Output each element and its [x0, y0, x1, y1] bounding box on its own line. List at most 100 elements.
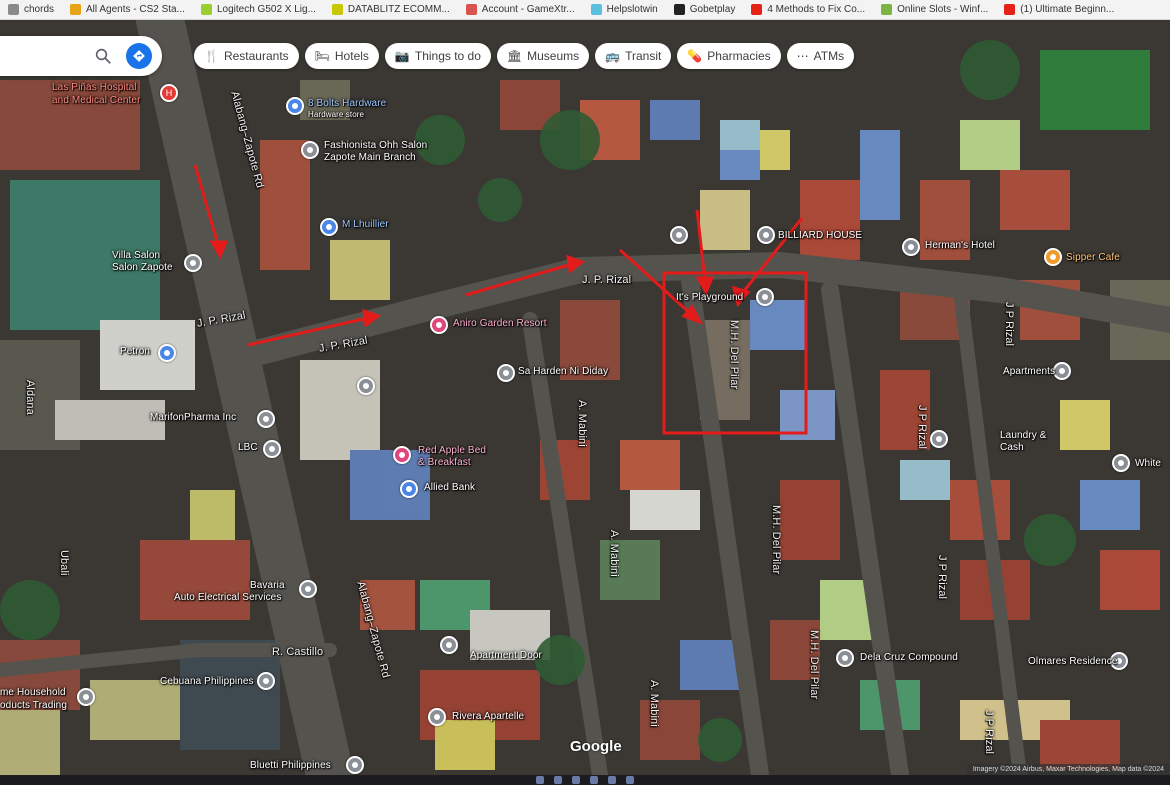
place-label[interactable]: and Medical Center: [52, 95, 141, 106]
place-label[interactable]: me Household: [0, 687, 66, 698]
chip-restaurants[interactable]: 🍴 Restaurants: [194, 43, 299, 69]
place-label[interactable]: Aniro Garden Resort: [453, 318, 547, 329]
place-label[interactable]: White: [1135, 458, 1161, 469]
taskbar-app-icon[interactable]: [572, 776, 580, 784]
place-label[interactable]: It's Playground: [676, 292, 743, 303]
category-chips: 🍴 Restaurants 🛏 Hotels 📷 Things to do 🏛 Museums…: [194, 43, 855, 69]
place-label[interactable]: Herman's Hotel: [925, 240, 995, 251]
chip-things-to-do[interactable]: 📷 Things to do: [384, 43, 491, 69]
place-pin-4[interactable]: [440, 636, 458, 654]
place-label[interactable]: Bavaria: [250, 580, 285, 591]
bookmark-item[interactable]: 4 Methods to Fix Co...: [743, 0, 873, 19]
cafe-pin[interactable]: [1044, 248, 1062, 266]
taskbar-app-icon[interactable]: [590, 776, 598, 784]
bookmark-favicon-icon: [590, 4, 602, 15]
place-pin-3[interactable]: [757, 226, 775, 244]
playground-pin[interactable]: [756, 288, 774, 306]
place-label[interactable]: Bluetti Philippines: [250, 760, 331, 771]
search-icon[interactable]: [94, 47, 112, 65]
bookmark-item[interactable]: DATABLITZ ECOMM...: [324, 0, 458, 19]
taskbar-app-icon[interactable]: [626, 776, 634, 784]
directions-icon[interactable]: [126, 43, 152, 69]
bookmark-favicon-icon: [331, 4, 343, 15]
white-pin[interactable]: [1112, 454, 1130, 472]
aniro-pin[interactable]: [430, 316, 448, 334]
place-pin-1[interactable]: [357, 377, 375, 395]
chip-museums[interactable]: 🏛 Museums: [496, 43, 590, 69]
bavaria-pin[interactable]: [299, 580, 317, 598]
place-label[interactable]: Rivera Apartelle: [452, 711, 524, 722]
household-pin[interactable]: [77, 688, 95, 706]
place-label[interactable]: Allied Bank: [424, 482, 475, 493]
red-apple-pin[interactable]: [393, 446, 411, 464]
hardware-pin[interactable]: [286, 97, 304, 115]
hospital-pin[interactable]: H: [160, 84, 178, 102]
sa-harden-pin[interactable]: [497, 364, 515, 382]
place-label[interactable]: M Lhuillier: [342, 219, 389, 230]
map-attribution[interactable]: Imagery ©2024 Airbus, Maxar Technologies…: [966, 764, 1170, 775]
chip-atms[interactable]: ⋯ ATMs: [786, 43, 855, 69]
place-label[interactable]: Fashionista Ohh Salon: [324, 140, 427, 151]
rivera-pin[interactable]: [428, 708, 446, 726]
place-label[interactable]: Laundry &: [1000, 430, 1047, 441]
atm-icon: ⋯: [796, 49, 809, 63]
m-lhuillier-pin[interactable]: [320, 218, 338, 236]
place-icon: [1118, 460, 1124, 466]
place-label[interactable]: Olmares Residence: [1028, 656, 1118, 667]
place-label[interactable]: Sa Harden Ni Diday: [518, 366, 608, 377]
place-label[interactable]: Petron: [120, 346, 150, 357]
bookmark-item[interactable]: Online Slots - Winf...: [873, 0, 996, 19]
place-label[interactable]: Auto Electrical Services: [174, 592, 281, 603]
search-box[interactable]: [0, 36, 162, 76]
taskbar-app-icon[interactable]: [608, 776, 616, 784]
dela-cruz-pin[interactable]: [836, 649, 854, 667]
bookmark-item[interactable]: Helpslotwin: [583, 0, 666, 19]
laundry-pin[interactable]: [930, 430, 948, 448]
villa-salon-pin[interactable]: [184, 254, 202, 272]
place-label[interactable]: Apartments: [1003, 366, 1055, 377]
bluetti-pin[interactable]: [346, 756, 364, 774]
allied-bank-pin[interactable]: [400, 480, 418, 498]
place-label[interactable]: Salon Zapote: [112, 262, 173, 273]
hermans-pin[interactable]: [902, 238, 920, 256]
bus-icon: 🚌: [605, 49, 621, 63]
place-pin-2[interactable]: [670, 226, 688, 244]
place-label[interactable]: Red Apple Bed: [418, 445, 486, 456]
place-label[interactable]: Las Piñas Hospital: [52, 82, 137, 93]
bookmark-item[interactable]: (1) Ultimate Beginn...: [996, 0, 1122, 19]
cebuana-pin[interactable]: [257, 672, 275, 690]
place-label[interactable]: LBC: [238, 442, 258, 453]
bookmark-item[interactable]: chords: [0, 0, 62, 19]
place-label[interactable]: 8 Bolts Hardware: [308, 98, 386, 109]
chip-transit[interactable]: 🚌 Transit: [595, 43, 672, 69]
gas-station-icon: [164, 350, 170, 356]
marifon-pin[interactable]: [257, 410, 275, 428]
lbc-pin[interactable]: [263, 440, 281, 458]
taskbar-app-icon[interactable]: [536, 776, 544, 784]
place-label[interactable]: oducts Trading: [0, 700, 67, 711]
place-label[interactable]: MarifonPharma Inc: [150, 412, 236, 423]
bookmark-item[interactable]: Logitech G502 X Lig...: [193, 0, 324, 19]
apartments-pin[interactable]: [1053, 362, 1071, 380]
bookmark-item[interactable]: All Agents - CS2 Sta...: [62, 0, 193, 19]
place-label[interactable]: Apartment Door: [470, 650, 542, 661]
bookmark-label: All Agents - CS2 Sta...: [86, 4, 185, 15]
place-label[interactable]: Dela Cruz Compound: [860, 652, 958, 663]
taskbar-app-icon[interactable]: [554, 776, 562, 784]
place-label[interactable]: Villa Salon: [112, 250, 160, 261]
chip-pharmacies[interactable]: 💊 Pharmacies: [677, 43, 781, 69]
satellite-map[interactable]: 🍴 Restaurants 🛏 Hotels 📷 Things to do 🏛 Museums…: [0, 20, 1170, 775]
google-logo: Google: [570, 738, 622, 755]
chip-hotels[interactable]: 🛏 Hotels: [304, 43, 379, 69]
place-label[interactable]: Sipper Cafe: [1066, 252, 1120, 263]
salon-pin[interactable]: [301, 141, 319, 159]
place-label[interactable]: Zapote Main Branch: [324, 152, 416, 163]
place-label[interactable]: & Breakfast: [418, 457, 471, 468]
place-label[interactable]: Cash: [1000, 442, 1024, 453]
place-label[interactable]: BILLIARD HOUSE: [778, 230, 862, 241]
petron-pin[interactable]: [158, 344, 176, 362]
bookmark-item[interactable]: Account - GameXtr...: [458, 0, 583, 19]
place-label[interactable]: Cebuana Philippines: [160, 676, 254, 687]
bookmark-item[interactable]: Gobetplay: [666, 0, 744, 19]
chip-label: Things to do: [414, 49, 481, 63]
